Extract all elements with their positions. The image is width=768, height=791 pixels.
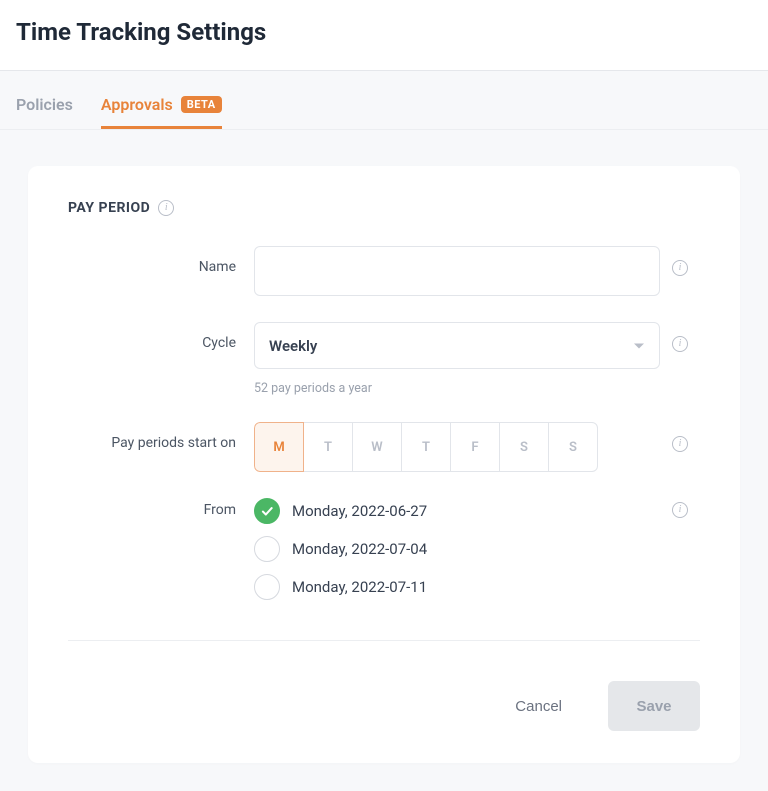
day-option[interactable]: S bbox=[548, 422, 598, 472]
section-header: PAY PERIOD i bbox=[68, 200, 700, 216]
day-picker: MTWTFSS bbox=[254, 422, 660, 472]
row-from: From Monday, 2022-06-27 Monday, 2022-07-0… bbox=[68, 498, 700, 612]
day-option[interactable]: T bbox=[303, 422, 353, 472]
radio-icon bbox=[254, 536, 280, 562]
tab-policies[interactable]: Policies bbox=[16, 95, 73, 129]
info-icon[interactable]: i bbox=[672, 336, 688, 352]
tabs: Policies Approvals BETA bbox=[0, 71, 768, 130]
row-name: Name i bbox=[68, 246, 700, 296]
page-title: Time Tracking Settings bbox=[16, 18, 752, 46]
info-icon[interactable]: i bbox=[672, 436, 688, 452]
label-cycle: Cycle bbox=[68, 322, 254, 351]
radio-icon bbox=[254, 574, 280, 600]
day-option[interactable]: S bbox=[499, 422, 549, 472]
row-start-on: Pay periods start on MTWTFSS i bbox=[68, 422, 700, 472]
pay-period-card: PAY PERIOD i Name i Cycle Weekly bbox=[28, 166, 740, 763]
cycle-helper: 52 pay periods a year bbox=[254, 381, 660, 396]
label-name: Name bbox=[68, 246, 254, 275]
from-option[interactable]: Monday, 2022-07-04 bbox=[254, 536, 660, 562]
page-header: Time Tracking Settings bbox=[0, 0, 768, 71]
from-option-label: Monday, 2022-07-04 bbox=[292, 540, 427, 558]
tab-label: Policies bbox=[16, 95, 73, 114]
day-option[interactable]: M bbox=[254, 422, 304, 472]
beta-badge: BETA bbox=[181, 96, 222, 113]
name-input[interactable] bbox=[254, 246, 660, 296]
day-option[interactable]: T bbox=[401, 422, 451, 472]
tab-approvals[interactable]: Approvals BETA bbox=[101, 95, 222, 129]
cycle-select[interactable]: Weekly bbox=[254, 322, 660, 369]
info-icon[interactable]: i bbox=[672, 502, 688, 518]
label-from: From bbox=[68, 498, 254, 518]
content-area: Policies Approvals BETA PAY PERIOD i Nam… bbox=[0, 71, 768, 791]
tab-label: Approvals bbox=[101, 95, 173, 114]
cycle-value: Weekly bbox=[269, 337, 317, 355]
from-option[interactable]: Monday, 2022-07-11 bbox=[254, 574, 660, 600]
from-option-label: Monday, 2022-06-27 bbox=[292, 502, 427, 520]
day-option[interactable]: F bbox=[450, 422, 500, 472]
info-icon[interactable]: i bbox=[158, 200, 174, 216]
radio-checked-icon bbox=[254, 498, 280, 524]
cancel-button[interactable]: Cancel bbox=[489, 681, 588, 731]
section-title: PAY PERIOD bbox=[68, 200, 150, 216]
row-cycle: Cycle Weekly 52 pay periods a year i bbox=[68, 322, 700, 396]
from-option-label: Monday, 2022-07-11 bbox=[292, 578, 427, 596]
save-button[interactable]: Save bbox=[608, 681, 700, 731]
chevron-down-icon bbox=[634, 343, 644, 348]
label-start-on: Pay periods start on bbox=[68, 422, 254, 451]
day-option[interactable]: W bbox=[352, 422, 402, 472]
card-footer: Cancel Save bbox=[68, 641, 700, 731]
info-icon[interactable]: i bbox=[672, 260, 688, 276]
from-option[interactable]: Monday, 2022-06-27 bbox=[254, 498, 660, 524]
